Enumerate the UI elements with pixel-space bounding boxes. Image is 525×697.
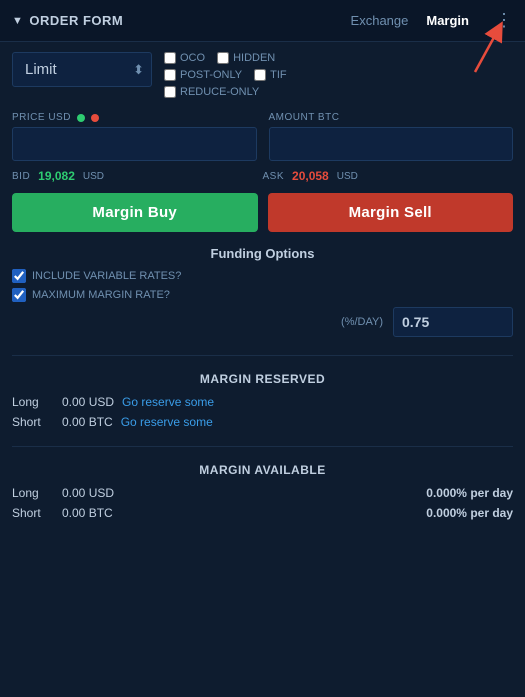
bid-section: BID 19,082 USD	[12, 169, 263, 183]
margin-available-section: MARGIN AVAILABLE Long 0.00 USD 0.000% pe…	[12, 463, 513, 523]
margin-reserved-title: MARGIN RESERVED	[12, 372, 513, 386]
checkbox-row-1: OCO HIDDEN	[164, 52, 513, 64]
long-label-available: Long	[12, 486, 62, 500]
price-field-group: PRICE USD	[12, 112, 257, 161]
include-variable-row[interactable]: INCLUDE VARIABLE RATES?	[12, 269, 513, 283]
long-value-reserved: 0.00 USD	[62, 395, 114, 409]
checkbox-reduceonly[interactable]: REDUCE-ONLY	[164, 86, 259, 98]
order-type-select-wrapper: Limit Market Stop	[12, 52, 152, 87]
chevron-down-icon: ▼	[12, 15, 23, 27]
body: Limit Market Stop OCO HIDDEN	[0, 42, 525, 541]
reduceonly-checkbox[interactable]	[164, 86, 176, 98]
tab-margin[interactable]: Margin	[426, 13, 469, 28]
ask-section: ASK 20,058 USD	[263, 169, 514, 183]
tif-checkbox[interactable]	[254, 69, 266, 81]
amount-field-group: AMOUNT BTC	[269, 112, 514, 161]
margin-available-short-row: Short 0.00 BTC 0.000% per day	[12, 503, 513, 523]
long-label-reserved: Long	[12, 395, 62, 409]
rate-label: (%/DAY)	[341, 316, 383, 328]
order-type-select[interactable]: Limit Market Stop	[12, 52, 152, 87]
order-form-label: ORDER FORM	[29, 13, 123, 28]
margin-reserved-section: MARGIN RESERVED Long 0.00 USD Go reserve…	[12, 372, 513, 432]
header-title: ▼ ORDER FORM	[12, 13, 123, 28]
ask-label: ASK	[263, 171, 285, 182]
postonly-checkbox[interactable]	[164, 69, 176, 81]
funding-options-title: Funding Options	[12, 246, 513, 261]
long-reserve-link[interactable]: Go reserve some	[122, 395, 214, 409]
funding-options: Funding Options INCLUDE VARIABLE RATES? …	[12, 246, 513, 337]
price-dot-green	[77, 114, 85, 122]
maximum-margin-row[interactable]: MAXIMUM MARGIN RATE?	[12, 288, 513, 302]
price-input[interactable]	[12, 127, 257, 161]
checkbox-postonly[interactable]: POST-ONLY	[164, 69, 242, 81]
bid-label: BID	[12, 171, 30, 182]
margin-buy-button[interactable]: Margin Buy	[12, 193, 258, 232]
short-reserve-link[interactable]: Go reserve some	[121, 415, 213, 429]
divider-2	[12, 446, 513, 447]
more-icon[interactable]: ⋮	[495, 10, 513, 31]
checkboxes-panel: OCO HIDDEN POST-ONLY TIF	[164, 52, 513, 98]
amount-input[interactable]	[269, 127, 514, 161]
fields-row: PRICE USD AMOUNT BTC	[12, 112, 513, 161]
hidden-checkbox[interactable]	[217, 52, 229, 64]
bid-value: 19,082	[38, 169, 75, 183]
bid-currency: USD	[83, 171, 104, 182]
margin-reserved-long-row: Long 0.00 USD Go reserve some	[12, 392, 513, 412]
rate-input[interactable]	[393, 307, 513, 337]
header-tabs: Exchange Margin ⋮	[351, 10, 513, 31]
margin-sell-button[interactable]: Margin Sell	[268, 193, 514, 232]
short-rate-available: 0.000% per day	[426, 506, 513, 520]
checkbox-tif[interactable]: TIF	[254, 69, 287, 81]
header: ▼ ORDER FORM Exchange Margin ⋮	[0, 0, 525, 42]
buttons-row: Margin Buy Margin Sell	[12, 193, 513, 232]
short-value-available: 0.00 BTC	[62, 506, 113, 520]
order-type-row: Limit Market Stop OCO HIDDEN	[12, 52, 513, 98]
short-value-reserved: 0.00 BTC	[62, 415, 113, 429]
price-label: PRICE USD	[12, 112, 257, 123]
checkbox-row-2: POST-ONLY TIF	[164, 69, 513, 81]
oco-checkbox[interactable]	[164, 52, 176, 64]
short-label-reserved: Short	[12, 415, 62, 429]
margin-available-title: MARGIN AVAILABLE	[12, 463, 513, 477]
include-variable-checkbox[interactable]	[12, 269, 26, 283]
checkbox-row-3: REDUCE-ONLY	[164, 86, 513, 98]
ask-currency: USD	[337, 171, 358, 182]
amount-label: AMOUNT BTC	[269, 112, 514, 123]
long-value-available: 0.00 USD	[62, 486, 114, 500]
tab-exchange[interactable]: Exchange	[351, 13, 409, 28]
page-wrapper: ▼ ORDER FORM Exchange Margin ⋮ Limit Mar…	[0, 0, 525, 697]
ask-value: 20,058	[292, 169, 329, 183]
maximum-margin-checkbox[interactable]	[12, 288, 26, 302]
checkbox-hidden[interactable]: HIDDEN	[217, 52, 275, 64]
long-rate-available: 0.000% per day	[426, 486, 513, 500]
divider-1	[12, 355, 513, 356]
margin-available-long-row: Long 0.00 USD 0.000% per day	[12, 483, 513, 503]
short-label-available: Short	[12, 506, 62, 520]
checkbox-oco[interactable]: OCO	[164, 52, 205, 64]
bid-ask-row: BID 19,082 USD ASK 20,058 USD	[12, 169, 513, 183]
rate-row: (%/DAY)	[12, 307, 513, 337]
price-dot-red	[91, 114, 99, 122]
margin-reserved-short-row: Short 0.00 BTC Go reserve some	[12, 412, 513, 432]
